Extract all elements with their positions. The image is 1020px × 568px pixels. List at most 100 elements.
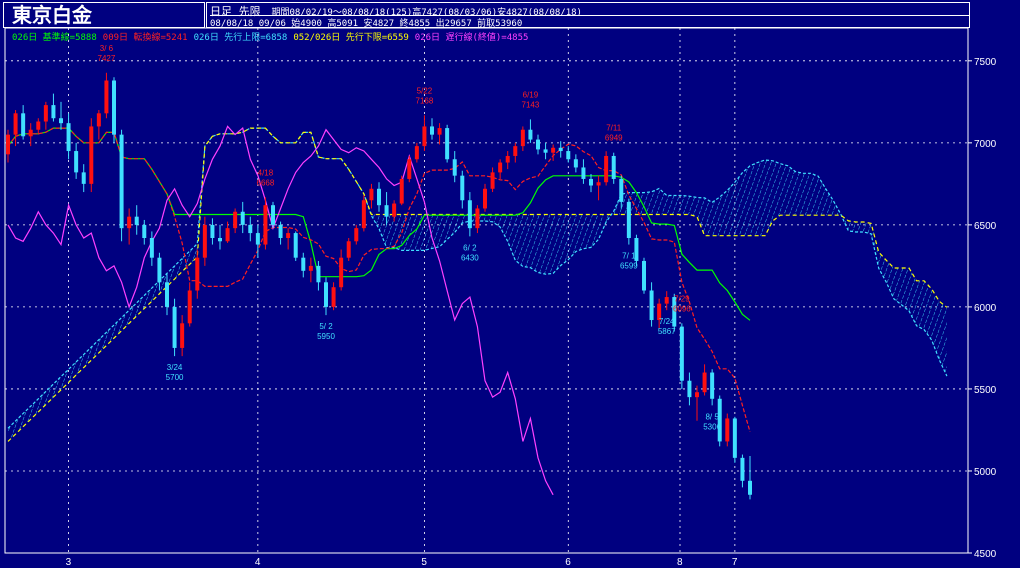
candle-body: [81, 172, 86, 184]
candle-body: [172, 306, 177, 348]
candle-body: [43, 105, 48, 122]
candle-body: [66, 123, 71, 152]
candle-body: [566, 151, 571, 160]
y-tick-label: 5500: [974, 385, 997, 396]
x-tick-label: 7: [732, 557, 738, 568]
candle-body: [51, 105, 56, 119]
annotation-value: 7143: [522, 100, 540, 109]
candle-body: [59, 118, 63, 124]
candle-body: [142, 224, 147, 238]
candle-body: [505, 155, 510, 163]
annotation-value: 6430: [461, 253, 479, 262]
candle-body: [195, 257, 200, 291]
candle-body: [710, 372, 715, 399]
candle-body: [740, 457, 745, 481]
candle-body: [255, 233, 260, 245]
candle-body: [180, 323, 185, 348]
annotation-date: 5/ 2: [319, 322, 333, 331]
candle-body: [452, 159, 457, 176]
candle-body: [248, 224, 253, 234]
candle-body: [483, 188, 487, 209]
candle-body: [157, 257, 162, 283]
candle-body: [339, 257, 344, 288]
candle-body: [202, 224, 207, 258]
annotation-date: 5/22: [417, 86, 433, 95]
candle-body: [664, 297, 669, 304]
annotation-value: 6096: [673, 304, 691, 313]
candle-body: [377, 188, 381, 206]
candle-body: [119, 134, 124, 229]
candle-body: [233, 211, 238, 229]
candle-body: [748, 480, 752, 495]
y-tick-label: 7500: [974, 57, 997, 68]
candle-body: [104, 80, 109, 114]
candle-body: [36, 121, 41, 130]
annotation-value: 5700: [166, 373, 184, 382]
candle-body: [369, 188, 374, 201]
candle-body: [225, 228, 230, 242]
candle-body: [89, 126, 94, 184]
candle-body: [301, 257, 306, 271]
candle-body: [149, 238, 154, 258]
annotation-value: 7427: [98, 54, 116, 63]
candle-body: [581, 167, 586, 179]
x-tick-label: 5: [421, 557, 427, 568]
candle-body: [96, 113, 101, 127]
candle-body: [528, 129, 533, 140]
candle-body: [702, 372, 707, 393]
candle-body: [467, 200, 472, 229]
candle-body: [13, 113, 18, 135]
candle-body: [6, 134, 10, 155]
candle-body: [513, 146, 518, 156]
candle-body: [286, 233, 291, 238]
candle-body: [187, 290, 192, 324]
y-tick-label: 7000: [974, 139, 997, 150]
candle-body: [112, 80, 116, 135]
candle-body: [725, 418, 730, 442]
candle-body: [551, 147, 556, 153]
candle-body: [354, 228, 359, 242]
candle-body: [687, 380, 692, 398]
annotation-value: 5950: [317, 332, 335, 341]
candle-body: [422, 126, 427, 147]
candle-body: [407, 159, 412, 179]
tenkan-line: [7, 127, 751, 432]
annotation-date: 3/ 6: [100, 44, 114, 53]
candle-body: [520, 129, 525, 147]
x-tick-label: 4: [255, 557, 261, 568]
annotation-date: 8/ 5: [705, 412, 719, 421]
candle-body: [475, 208, 480, 229]
candle-body: [490, 172, 495, 189]
candle-body: [218, 238, 222, 242]
candle-body: [558, 147, 563, 152]
candle-body: [74, 151, 79, 173]
candle-body: [361, 200, 366, 229]
candle-body: [134, 216, 139, 225]
candle-body: [392, 203, 397, 217]
candle-body: [596, 182, 601, 186]
candle-body: [611, 155, 616, 179]
x-tick-label: 3: [66, 557, 72, 568]
candle-body: [293, 233, 298, 258]
candle-body: [536, 139, 540, 150]
ichimoku-cloud: [8, 128, 947, 442]
candle-body: [263, 205, 268, 245]
annotation-date: 4/18: [258, 168, 274, 177]
candle-body: [271, 205, 275, 225]
candle-body: [626, 201, 631, 238]
x-tick-label: 8: [677, 557, 683, 568]
span-a-line: [7, 127, 948, 429]
x-tick-label: 6: [565, 557, 571, 568]
annotation-value: 6668: [257, 178, 275, 187]
candle-body: [127, 216, 132, 229]
candle-body: [679, 326, 684, 381]
candle-body: [543, 149, 548, 153]
annotation-date: 3/24: [167, 363, 183, 372]
candle-body: [498, 162, 503, 173]
candle-body: [278, 224, 283, 238]
candle-body: [346, 241, 351, 258]
candle-body: [445, 128, 450, 160]
candle-body: [384, 205, 389, 217]
annotation-date: 7/ 1: [622, 252, 636, 261]
candle-body: [460, 175, 465, 201]
